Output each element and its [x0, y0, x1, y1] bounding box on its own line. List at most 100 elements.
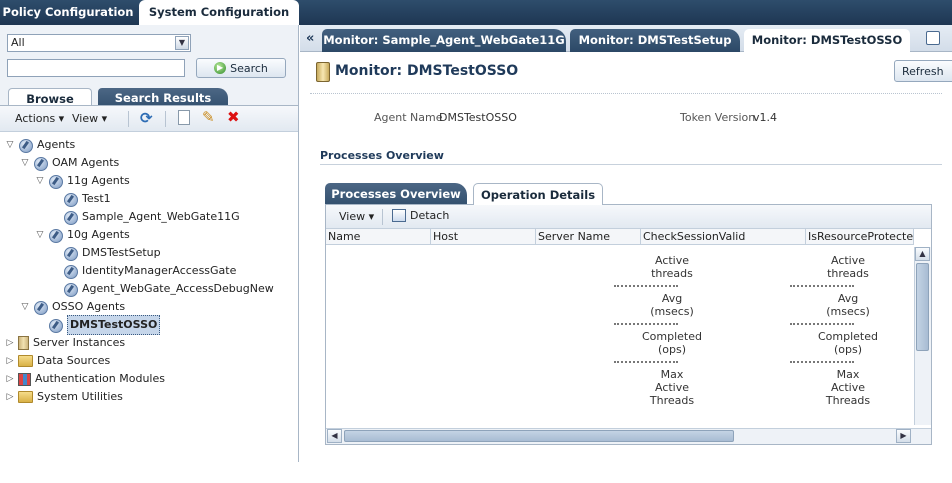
metric-label-line: Avg	[661, 292, 683, 305]
edit-pencil-icon[interactable]: ✎	[202, 108, 215, 126]
tree-node[interactable]: Agent_WebGate_AccessDebugNew	[50, 280, 274, 298]
collapse-toggle-icon[interactable]: ▷	[5, 370, 15, 388]
tree-node-label: System Utilities	[37, 390, 123, 403]
horizontal-scroll-thumb[interactable]	[344, 430, 734, 442]
tree-node[interactable]: ▽ 11g Agents	[35, 172, 130, 190]
row-divider	[614, 361, 678, 363]
scroll-left-icon[interactable]: ◀	[327, 429, 342, 443]
tree-node-label: 11g Agents	[67, 174, 130, 187]
agent-icon	[63, 246, 78, 261]
row-divider	[614, 323, 678, 325]
refresh-icon[interactable]: ⟳	[140, 109, 153, 127]
collapse-panel-icon[interactable]: «	[306, 31, 314, 46]
agent-icon	[33, 156, 48, 171]
content-panel: « Monitor: Sample_Agent_WebGate11G Monit…	[300, 25, 952, 462]
token-version-value: v1.4	[753, 111, 778, 124]
section-title: Processes Overview	[320, 149, 444, 162]
server-icon	[18, 336, 29, 350]
tree-node[interactable]: ▷ System Utilities	[5, 388, 123, 406]
tree-node[interactable]: DMSTestSetup	[50, 244, 161, 262]
tab-policy-configuration[interactable]: Policy Configuration	[0, 0, 136, 25]
view-menu[interactable]: View ▾	[72, 112, 107, 125]
collapse-toggle-icon[interactable]: ▷	[5, 352, 15, 370]
filter-select-value: All	[11, 36, 25, 49]
browse-tree-panel: Actions ▾ View ▾ ⟳ ✎ ✖ ▽ Agents ▽ OAM Agent…	[0, 105, 298, 483]
metric-label-line: Active	[830, 254, 866, 267]
folder-icon	[18, 391, 33, 403]
expand-toggle-icon[interactable]: ▽	[35, 226, 45, 244]
token-version-label: Token Version	[680, 111, 756, 124]
tree-node-label: Data Sources	[37, 354, 111, 367]
tree-node[interactable]: ▷ Authentication Modules	[5, 370, 165, 388]
window-icon[interactable]	[926, 31, 940, 45]
tree-node-label: DMSTestOSSO	[67, 315, 161, 335]
tree-node[interactable]: ▷ Data Sources	[5, 352, 110, 370]
detach-label: Detach	[410, 209, 450, 222]
vertical-scrollbar[interactable]: ▲	[914, 247, 931, 425]
tree-node-label: Sample_Agent_WebGate11G	[82, 210, 240, 223]
column-header-checksessionvalid[interactable]: CheckSessionValid	[641, 229, 806, 245]
tab-monitor-dmstestosso[interactable]: Monitor: DMSTestOSSO	[744, 29, 910, 52]
tree-node[interactable]: Sample_Agent_WebGate11G	[50, 208, 240, 226]
tab-system-configuration[interactable]: System Configuration	[139, 0, 299, 25]
refresh-button[interactable]: Refresh	[894, 60, 952, 82]
scroll-up-icon[interactable]: ▲	[915, 247, 930, 261]
tree-node-label: Agent_WebGate_AccessDebugNew	[82, 282, 274, 295]
metric-label-line: Threads	[825, 394, 871, 407]
tree-node-label: DMSTestSetup	[82, 246, 161, 259]
agent-icon	[63, 210, 78, 225]
scroll-right-icon[interactable]: ▶	[896, 429, 911, 443]
tab-processes-overview[interactable]: Processes Overview	[325, 183, 467, 205]
column-header-server-name[interactable]: Server Name	[536, 229, 641, 245]
expand-toggle-icon[interactable]: ▽	[35, 172, 45, 190]
expand-toggle-icon[interactable]: ▽	[20, 154, 30, 172]
horizontal-scrollbar[interactable]: ◀ ▶	[326, 428, 931, 444]
collapse-toggle-icon[interactable]: ▷	[5, 388, 15, 406]
column-header-host[interactable]: Host	[431, 229, 536, 245]
agent-icon	[63, 264, 78, 279]
column-header-name[interactable]: Name	[326, 229, 431, 245]
tree-node[interactable]: DMSTestOSSO	[35, 315, 161, 335]
table-view-menu[interactable]: View ▾	[339, 210, 374, 223]
delete-icon[interactable]: ✖	[227, 108, 240, 126]
search-input[interactable]	[7, 59, 185, 77]
tree-node[interactable]: ▷ Server Instances	[5, 334, 125, 352]
tree-node[interactable]: ▽ OAM Agents	[20, 154, 119, 172]
table-toolbar: View ▾ Detach	[326, 205, 931, 229]
tab-monitor-dmstestsetup[interactable]: Monitor: DMSTestSetup	[570, 29, 740, 52]
search-button[interactable]: ▶ Search	[196, 58, 286, 78]
tab-operation-details[interactable]: Operation Details	[473, 183, 603, 205]
expand-toggle-icon[interactable]: ▽	[5, 136, 15, 154]
detach-button[interactable]: Detach	[392, 209, 449, 222]
metric-label: Completed (ops)	[803, 330, 893, 356]
tree-node[interactable]: ▽ 10g Agents	[35, 226, 130, 244]
actions-menu[interactable]: Actions ▾	[15, 112, 64, 125]
metric-label-line: (ops)	[657, 343, 687, 356]
tree-node[interactable]: IdentityManagerAccessGate	[50, 262, 236, 280]
page-title: Monitor: DMSTestOSSO	[335, 63, 519, 79]
chevron-down-icon[interactable]: ▼	[175, 36, 189, 50]
metric-label-line: (ops)	[833, 343, 863, 356]
expand-toggle-icon[interactable]: ▽	[20, 298, 30, 316]
actions-menu-label: Actions	[15, 112, 56, 125]
new-document-icon[interactable]	[178, 110, 190, 125]
tab-monitor-sample-agent[interactable]: Monitor: Sample_Agent_WebGate11G	[322, 29, 566, 52]
refresh-button-label: Refresh	[902, 64, 944, 78]
metric-label-line: Active	[654, 254, 690, 267]
tree-node[interactable]: ▽ Agents	[5, 136, 75, 154]
metric-label-line: Active	[830, 381, 866, 394]
toolbar-separator	[382, 209, 383, 225]
metric-label: Active threads	[627, 254, 717, 280]
filter-select[interactable]: All ▼	[7, 34, 191, 52]
agent-icon	[63, 282, 78, 297]
tree-node[interactable]: Test1	[50, 190, 111, 208]
column-header-isresourceprotected[interactable]: IsResourceProtected	[806, 229, 914, 245]
toolbar-separator	[128, 111, 129, 127]
metric-label-line: Threads	[649, 394, 695, 407]
collapse-toggle-icon[interactable]: ▷	[5, 334, 15, 352]
row-divider	[790, 361, 854, 363]
tree-node[interactable]: ▽ OSSO Agents	[20, 298, 125, 316]
vertical-scroll-thumb[interactable]	[916, 263, 929, 351]
tree-node-label: IdentityManagerAccessGate	[82, 264, 237, 277]
top-tab-bar: Policy Configuration System Configuratio…	[0, 0, 952, 25]
